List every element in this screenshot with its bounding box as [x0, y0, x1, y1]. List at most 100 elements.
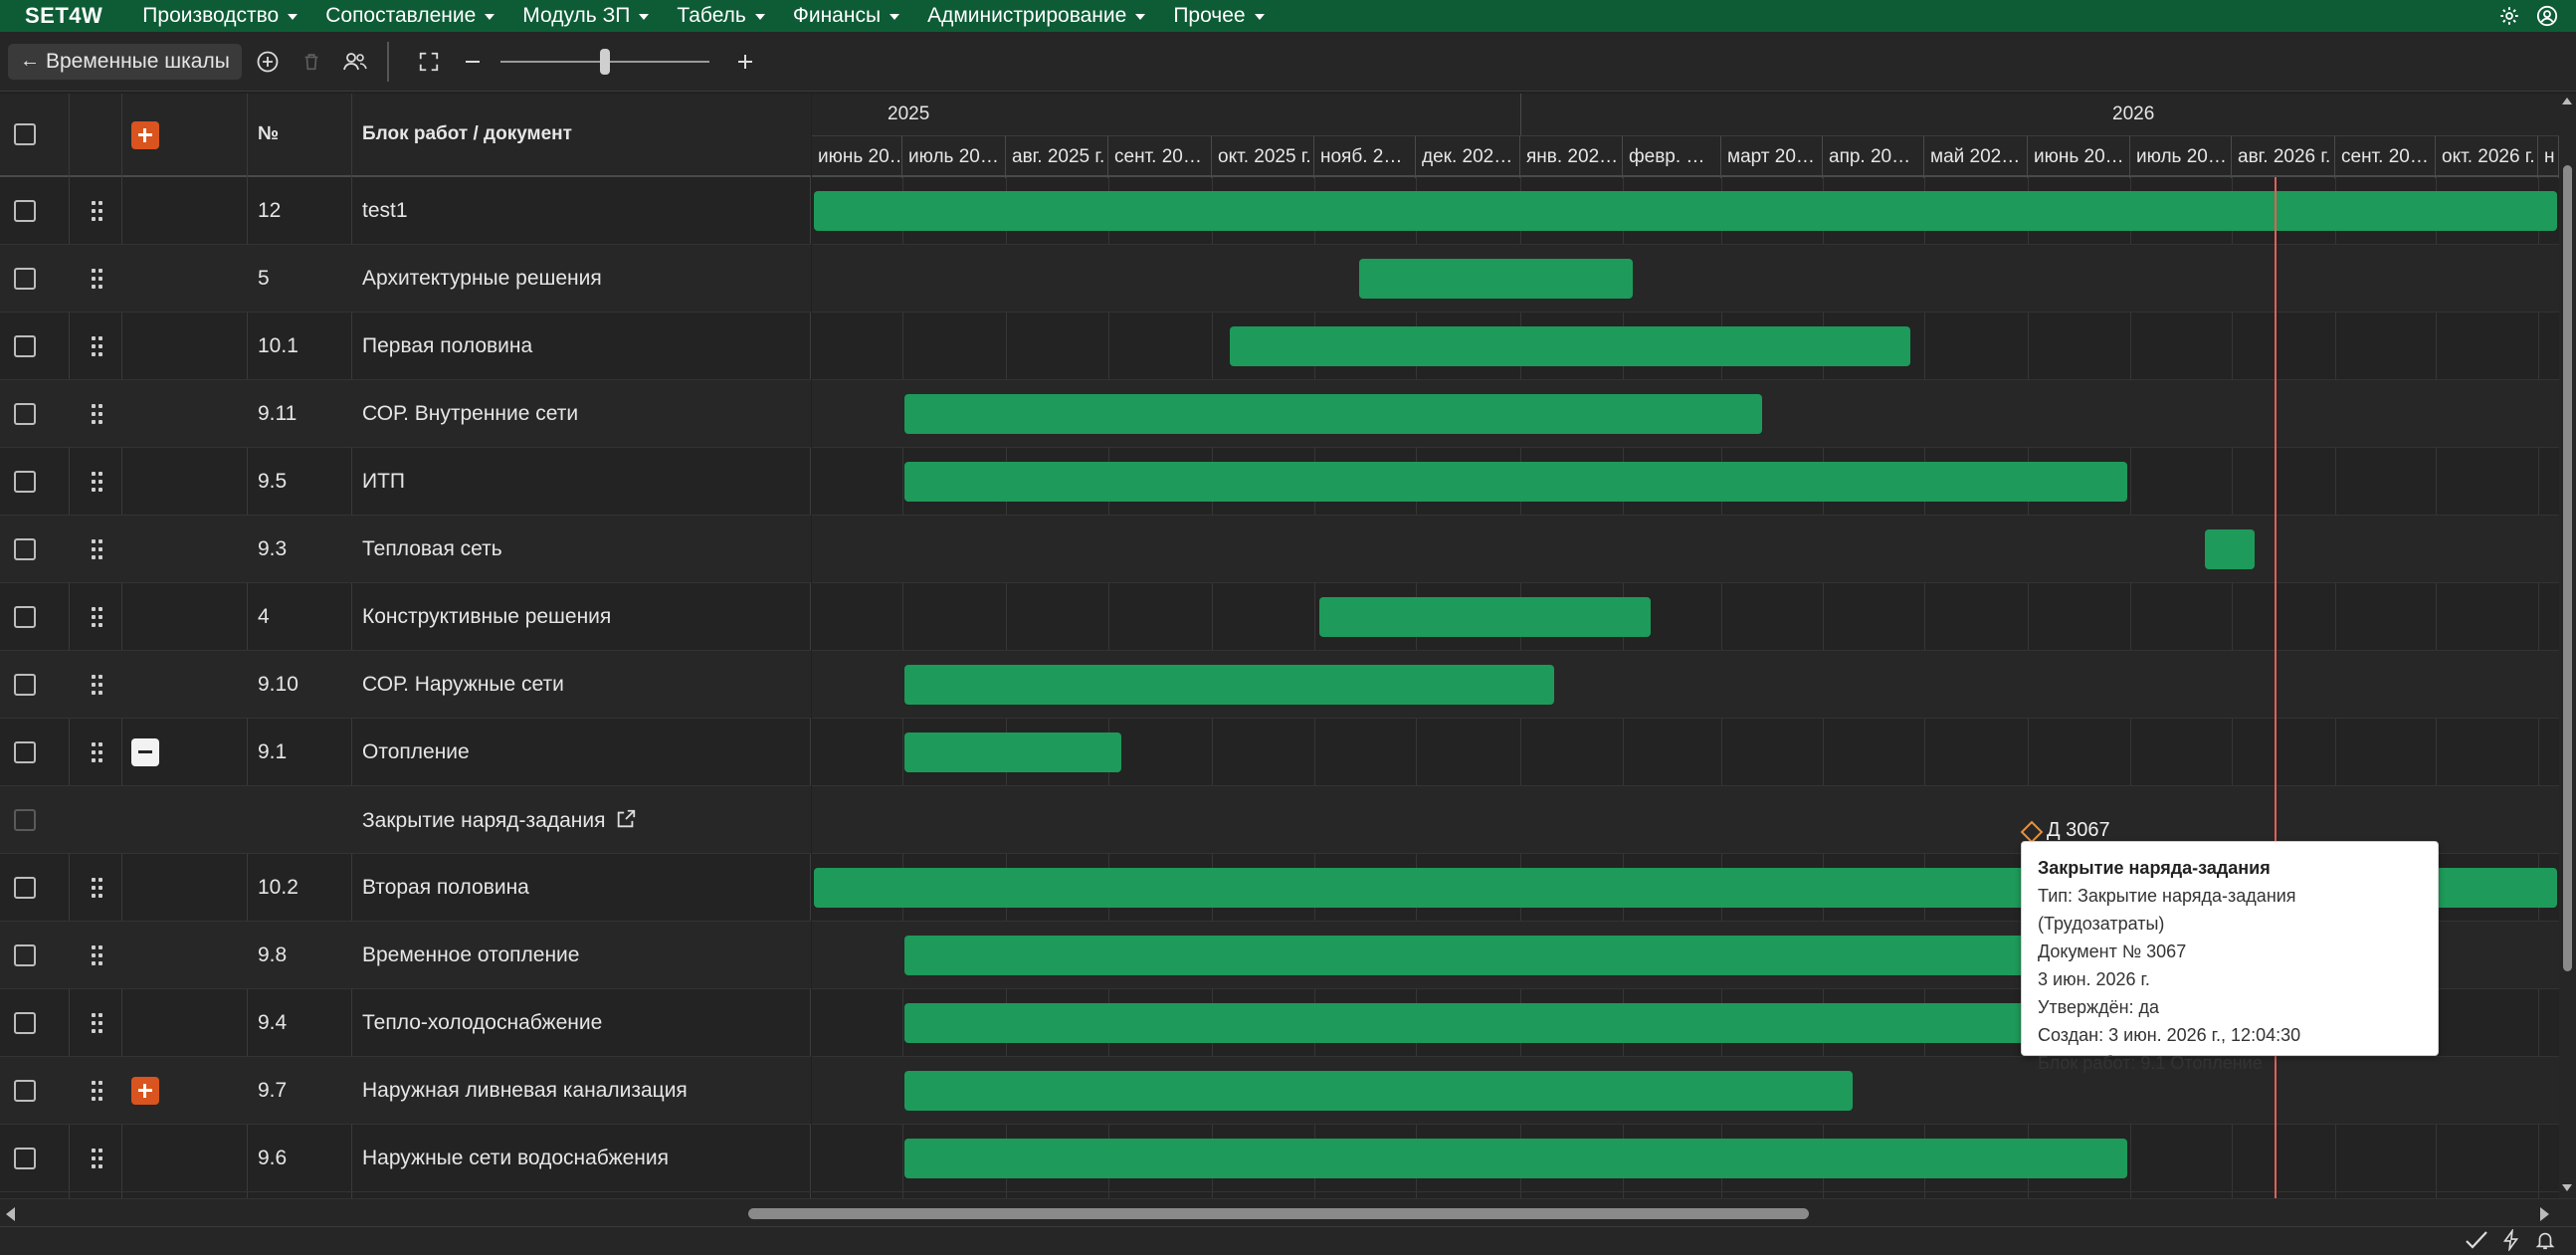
fullscreen-button[interactable] [411, 44, 447, 80]
back-to-timelines-button[interactable]: ← Временные шкалы [8, 43, 242, 80]
lightning-icon[interactable] [2500, 1229, 2522, 1251]
table-row[interactable]: 9.11 СОР. Внутренние сети [0, 380, 811, 448]
month-label: май 202… [1924, 136, 2028, 178]
horizontal-scroll-thumb[interactable] [748, 1208, 1809, 1219]
gantt-row [812, 380, 2559, 448]
drag-handle-icon[interactable] [92, 675, 103, 695]
drag-handle-icon[interactable] [92, 201, 103, 221]
milestone-label[interactable]: Д 3067 [2047, 819, 2110, 842]
zoom-slider[interactable] [499, 48, 709, 75]
expand-all-button[interactable] [131, 121, 159, 149]
row-checkbox[interactable] [14, 200, 36, 222]
user-circle-icon[interactable] [2536, 5, 2558, 27]
menu-comparison[interactable]: Сопоставление [311, 0, 508, 32]
task-bar[interactable] [904, 1003, 2127, 1043]
task-bar[interactable] [904, 936, 2127, 975]
task-bar[interactable] [2205, 529, 2255, 569]
row-checkbox[interactable] [14, 1080, 36, 1102]
task-bar[interactable] [1359, 259, 1633, 299]
column-header-name[interactable]: Блок работ / документ [362, 123, 572, 145]
menu-payroll[interactable]: Модуль ЗП [508, 0, 663, 32]
table-row[interactable]: 9.10 СОР. Наружные сети [0, 651, 811, 719]
table-row[interactable]: 4 Конструктивные решения [0, 583, 811, 651]
task-bar[interactable] [1230, 326, 1910, 366]
menu-production[interactable]: Производство [128, 0, 311, 32]
drag-handle-icon[interactable] [92, 742, 103, 762]
gear-icon[interactable] [2498, 5, 2520, 27]
row-checkbox[interactable] [14, 335, 36, 357]
month-label: авг. 2026 г. [2232, 136, 2335, 178]
check-icon[interactable] [2465, 1229, 2488, 1251]
drag-handle-icon[interactable] [92, 1013, 103, 1033]
add-button[interactable] [250, 44, 286, 80]
table-row[interactable]: 5 Архитектурные решения [0, 245, 811, 313]
drag-handle-icon[interactable] [92, 472, 103, 492]
menu-finance[interactable]: Финансы [779, 0, 913, 32]
external-link-icon[interactable] [615, 808, 637, 830]
month-row: июнь 20… июль 20… авг. 2025 г. сент. 20… окт… [812, 135, 2559, 178]
task-bar[interactable] [904, 1139, 2127, 1178]
vertical-scrollbar[interactable] [2559, 94, 2576, 1198]
table-row[interactable]: 9.1 Отопление [0, 719, 811, 786]
column-header-number[interactable]: № [258, 123, 279, 145]
task-bar[interactable] [904, 462, 2127, 502]
table-row[interactable]: 10.2 Вторая половина [0, 854, 811, 922]
row-checkbox[interactable] [14, 877, 36, 899]
delete-button[interactable] [294, 44, 329, 80]
drag-handle-icon[interactable] [92, 269, 103, 289]
scroll-left-arrow[interactable] [6, 1207, 15, 1221]
drag-handle-icon[interactable] [92, 1149, 103, 1168]
table-row[interactable]: 10.1 Первая половина [0, 313, 811, 380]
drag-handle-icon[interactable] [92, 336, 103, 356]
table-row[interactable]: 9.4 Тепло-холодоснабжение [0, 989, 811, 1057]
zoom-out-button[interactable] [455, 44, 491, 80]
drag-handle-icon[interactable] [92, 607, 103, 627]
drag-handle-icon[interactable] [92, 878, 103, 898]
task-bar[interactable] [1319, 597, 1651, 637]
scroll-down-arrow[interactable] [2562, 1184, 2572, 1191]
drag-handle-icon[interactable] [92, 945, 103, 965]
task-bar[interactable] [904, 732, 1121, 772]
vertical-scroll-thumb[interactable] [2563, 165, 2572, 971]
task-bar[interactable] [904, 394, 1762, 434]
bell-icon[interactable] [2534, 1229, 2556, 1251]
row-checkbox[interactable] [14, 674, 36, 696]
row-checkbox[interactable] [14, 741, 36, 763]
collapse-row-button[interactable] [131, 738, 159, 766]
brand-logo[interactable]: SET4W [0, 3, 128, 29]
expand-row-button[interactable] [131, 1077, 159, 1105]
table-row[interactable]: 9.6 Наружные сети водоснабжения [0, 1125, 811, 1192]
menu-administration[interactable]: Администрирование [913, 0, 1159, 32]
row-checkbox[interactable] [14, 1148, 36, 1169]
menu-timesheet[interactable]: Табель [663, 0, 779, 32]
task-bar[interactable] [904, 1071, 1853, 1111]
row-name: ИТП [362, 470, 405, 494]
scroll-right-arrow[interactable] [2540, 1207, 2549, 1221]
scroll-up-arrow[interactable] [2562, 98, 2572, 105]
table-row[interactable]: 9.7 Наружная ливневая канализация [0, 1057, 811, 1125]
table-row[interactable]: 12 test1 [0, 177, 811, 245]
users-button[interactable] [337, 44, 373, 80]
row-checkbox[interactable] [14, 1012, 36, 1034]
zoom-slider-handle[interactable] [599, 48, 610, 75]
table-row[interactable]: 9.5 ИТП [0, 448, 811, 516]
row-checkbox[interactable] [14, 606, 36, 628]
table-row[interactable]: 9.3 Тепловая сеть [0, 516, 811, 583]
menu-other[interactable]: Прочее [1159, 0, 1278, 32]
drag-handle-icon[interactable] [92, 1081, 103, 1101]
row-checkbox[interactable] [14, 403, 36, 425]
row-checkbox[interactable] [14, 944, 36, 966]
row-name[interactable]: Закрытие наряд-задания [362, 808, 637, 833]
select-all-checkbox[interactable] [14, 123, 36, 145]
task-bar[interactable] [814, 191, 2557, 231]
horizontal-scrollbar[interactable] [0, 1198, 2576, 1226]
table-row[interactable]: 9.8 Временное отопление [0, 922, 811, 989]
row-checkbox[interactable] [14, 538, 36, 560]
zoom-in-button[interactable] [727, 44, 763, 80]
task-bar[interactable] [904, 665, 1554, 705]
drag-handle-icon[interactable] [92, 404, 103, 424]
row-checkbox[interactable] [14, 268, 36, 290]
row-checkbox[interactable] [14, 471, 36, 493]
drag-handle-icon[interactable] [92, 539, 103, 559]
document-row[interactable]: Закрытие наряд-задания [0, 786, 811, 854]
